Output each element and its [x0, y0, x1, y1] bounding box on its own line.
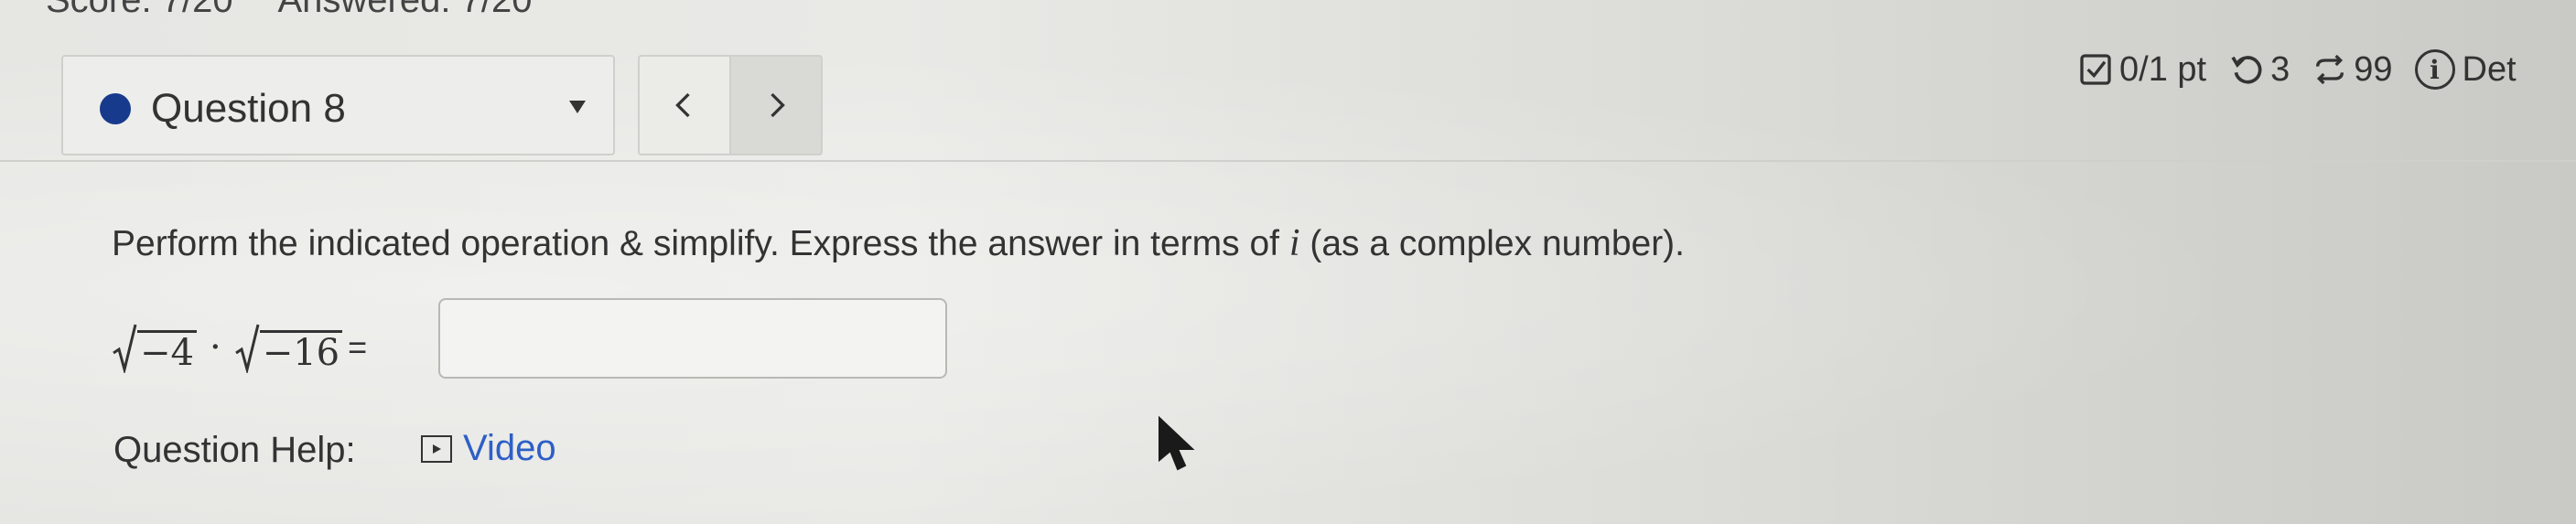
attempts-count: 99: [2354, 49, 2393, 89]
prompt-text-before: Perform the indicated operation & simpli…: [112, 224, 1289, 263]
chevron-right-icon: [771, 92, 785, 118]
video-help-link[interactable]: Video: [421, 428, 556, 469]
sqrt-term-1: −4: [112, 322, 197, 373]
radical-sign-icon: [113, 324, 137, 373]
question-status-dot: [100, 93, 131, 124]
checkbox-icon: [2080, 54, 2111, 85]
answer-input[interactable]: [438, 298, 947, 379]
video-link-label: Video: [463, 428, 556, 468]
question-selector-label: Question 8: [151, 86, 346, 131]
points-text: 0/1 pt: [2119, 49, 2207, 89]
chevron-left-icon: [675, 92, 690, 118]
answered-text: Answered: 7/20: [277, 0, 533, 20]
question-prompt: Perform the indicated operation & simpli…: [112, 221, 1685, 265]
question-meta: 0/1 pt 3 99 i Det: [2077, 49, 2517, 90]
retries-count: 3: [2270, 49, 2290, 89]
previous-question-button[interactable]: [638, 55, 731, 155]
question-selector[interactable]: Question 8: [61, 55, 615, 155]
play-icon: [421, 434, 452, 463]
attempts-icon: [2316, 54, 2344, 85]
retry-icon: [2231, 56, 2262, 84]
header-divider: [0, 160, 2576, 162]
prompt-variable: i: [1288, 222, 1300, 264]
radicand-2: −16: [259, 330, 343, 373]
question-help-label: Question Help:: [113, 430, 356, 470]
sqrt-term-2: −16: [234, 322, 343, 373]
mouse-cursor-icon: [1159, 416, 1195, 471]
radical-sign-icon: [234, 324, 260, 373]
score-text: Score: 7/20: [46, 0, 233, 20]
next-question-button[interactable]: [729, 55, 823, 155]
details-link[interactable]: Det: [2463, 50, 2517, 90]
math-expression: −4 · −16 =: [112, 311, 367, 384]
prompt-text-after: (as a complex number).: [1299, 224, 1686, 263]
info-icon[interactable]: i: [2414, 49, 2455, 90]
radicand-1: −4: [137, 330, 197, 373]
multiply-operator: ·: [209, 326, 221, 369]
top-partial-text: Score: 7/20 Answered: 7/20: [46, 0, 568, 21]
equals-sign: =: [348, 328, 368, 366]
caret-down-icon: [569, 101, 586, 113]
